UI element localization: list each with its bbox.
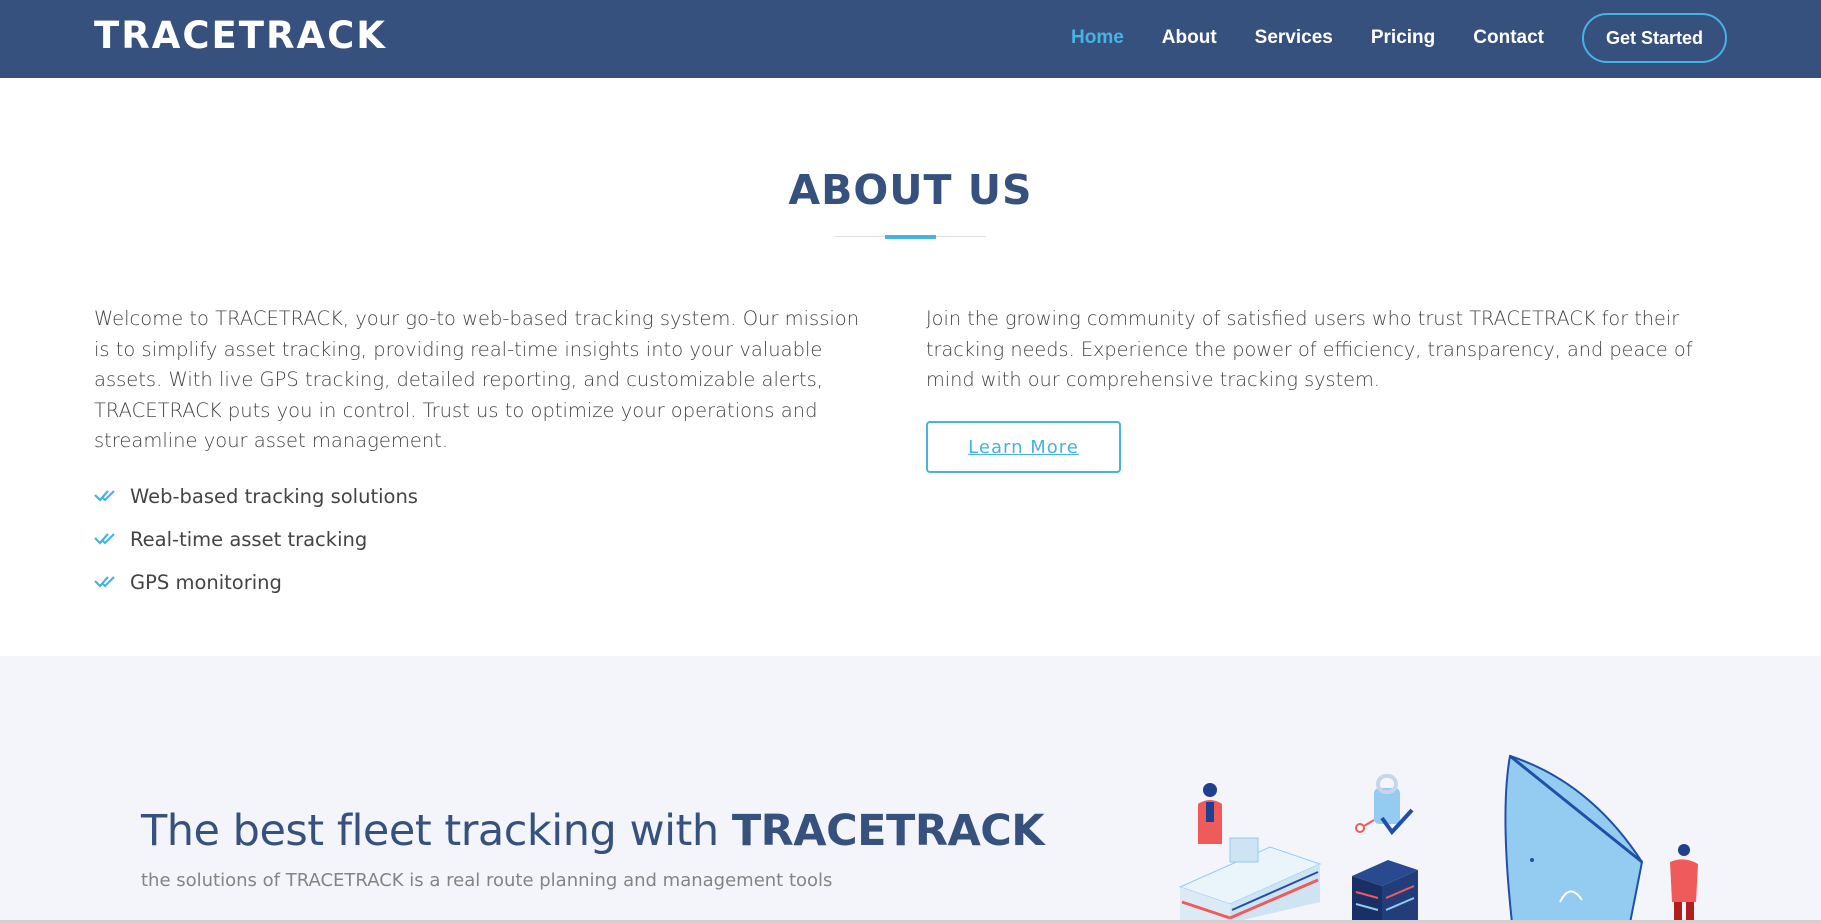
double-check-icon (94, 576, 115, 588)
about-right-column: Join the growing community of satisfied … (926, 304, 1726, 396)
fleet-section-subtitle: the solutions of TRACETRACK is a real ro… (141, 870, 833, 891)
feature-label: Web-based tracking solutions (130, 484, 418, 508)
feature-label: GPS monitoring (130, 570, 282, 594)
nav-contact[interactable]: Contact (1473, 27, 1544, 49)
about-intro-text: Welcome to TRACETRACK, your go-to web-ba… (94, 307, 860, 452)
site-logo[interactable]: TRACETRACK (94, 14, 387, 57)
list-item: GPS monitoring (94, 561, 874, 604)
title-divider-accent (885, 235, 936, 239)
double-check-icon (94, 490, 115, 502)
about-left-column: Welcome to TRACETRACK, your go-to web-ba… (94, 304, 874, 604)
get-started-button[interactable]: Get Started (1582, 13, 1727, 63)
feature-list: Web-based tracking solutions Real-time a… (94, 475, 874, 604)
nav-services[interactable]: Services (1255, 27, 1333, 49)
about-title: ABOUT US (788, 166, 1033, 214)
fleet-section-title: The best fleet tracking with TRACETRACK (141, 806, 1045, 856)
list-item: Real-time asset tracking (94, 518, 874, 561)
double-check-icon (94, 533, 115, 545)
fleet-title-brand: TRACETRACK (731, 806, 1045, 856)
nav-home[interactable]: Home (1071, 27, 1124, 49)
learn-more-button[interactable]: Learn More (926, 421, 1121, 473)
fleet-title-prefix: The best fleet tracking with (141, 806, 732, 856)
list-item: Web-based tracking solutions (94, 475, 874, 518)
about-community-text: Join the growing community of satisfied … (926, 307, 1693, 391)
feature-label: Real-time asset tracking (130, 527, 368, 551)
nav-pricing[interactable]: Pricing (1371, 27, 1435, 49)
main-nav: Home About Services Pricing Contact Get … (1033, 12, 1727, 64)
fleet-security-illustration (1178, 754, 1698, 923)
fleet-section: The best fleet tracking with TRACETRACK … (0, 656, 1821, 923)
nav-about[interactable]: About (1162, 27, 1217, 49)
site-header: TRACETRACK Home About Services Pricing C… (0, 0, 1821, 78)
